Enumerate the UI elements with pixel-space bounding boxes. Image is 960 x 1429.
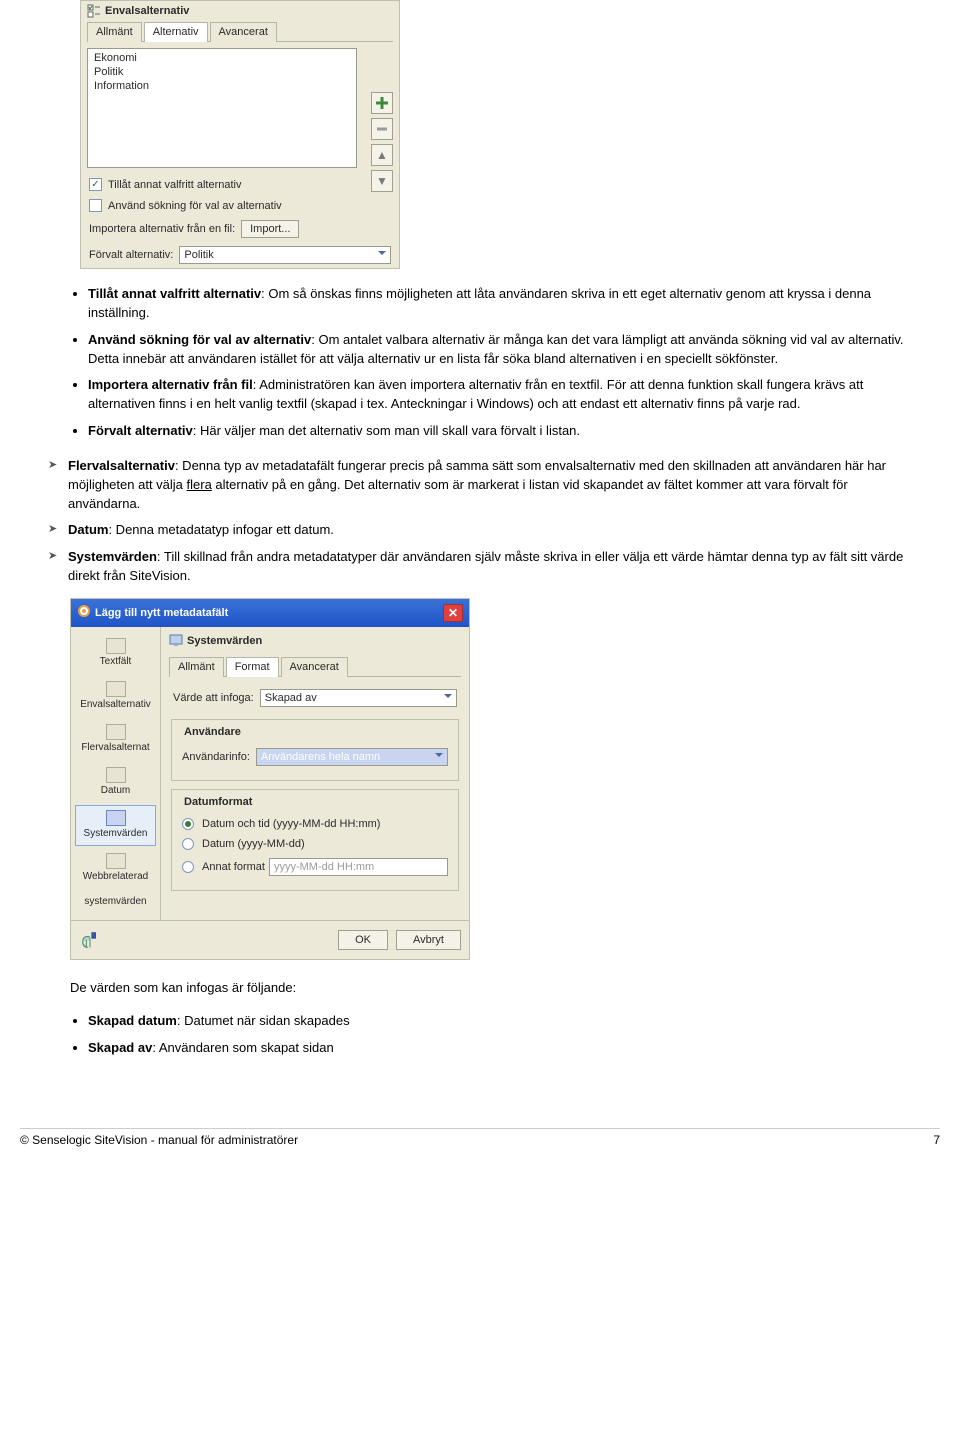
type-sidebar: Textfält Envalsalternativ Flervalsaltern…	[71, 627, 161, 920]
dialog-titlebar: Envalsalternativ	[81, 1, 399, 21]
move-up-button[interactable]: ▲	[371, 144, 393, 166]
sidebar-item-systemvarden[interactable]: Systemvärden	[75, 805, 156, 846]
sidebar-item-datum[interactable]: Datum	[75, 762, 156, 803]
tab-format[interactable]: Format	[226, 657, 279, 677]
group-dateformat: Datumformat Datum och tid (yyyy-MM-dd HH…	[171, 789, 459, 891]
add-button[interactable]	[371, 92, 393, 114]
sidebar-item-textfalt[interactable]: Textfält	[75, 633, 156, 674]
tab-alternativ[interactable]: Alternativ	[144, 22, 208, 42]
dialog-add-metadata: Lägg till nytt metadatafält ✕ Textfält E…	[70, 598, 470, 960]
bullet-list: Tillåt annat valfritt alternativ: Om så …	[40, 281, 920, 445]
default-select[interactable]: Politik	[179, 246, 391, 264]
userinfo-select[interactable]: Användarens hela namn	[256, 748, 448, 766]
window-titlebar: Lägg till nytt metadatafält ✕	[71, 599, 469, 627]
dialog-envalsalternativ: Envalsalternativ Allmänt Alternativ Avan…	[80, 0, 400, 269]
close-button[interactable]: ✕	[443, 604, 463, 622]
list-button-column: ▲ ▼	[371, 92, 393, 192]
bullet-item: Skapad av: Användaren som skapat sidan	[88, 1035, 920, 1062]
arrow-list: Flervalsalternativ: Denna typ av metadat…	[40, 453, 920, 590]
value-bullet-list: Skapad datum: Datumet när sidan skapades…	[40, 1008, 920, 1062]
tab-allmant[interactable]: Allmänt	[169, 657, 224, 677]
radio-custom[interactable]	[182, 861, 194, 873]
cancel-button[interactable]: Avbryt	[396, 930, 461, 950]
bullet-item: Importera alternativ från fil: Administr…	[88, 372, 920, 418]
group-user: Användare Användarinfo: Användarens hela…	[171, 719, 459, 781]
bullet-item: Tillåt annat valfritt alternativ: Om så …	[88, 281, 920, 327]
import-button[interactable]: Import...	[241, 220, 299, 238]
default-label: Förvalt alternativ:	[89, 249, 173, 261]
sidebar-item-systemvarden2[interactable]: systemvärden	[75, 891, 156, 914]
arrow-item: Systemvärden: Till skillnad från andra m…	[68, 544, 920, 590]
checkbox-group-icon	[87, 4, 101, 18]
bullet-item: Använd sökning för val av alternativ: Om…	[88, 327, 920, 373]
list-item[interactable]: Politik	[92, 65, 352, 79]
arrow-item: Flervalsalternativ: Denna typ av metadat…	[68, 453, 920, 518]
date-icon	[106, 767, 126, 783]
page-footer: © Senselogic SiteVision - manual för adm…	[20, 1128, 940, 1147]
alternativ-listbox[interactable]: Ekonomi Politik Information	[87, 48, 357, 168]
textfield-icon	[106, 638, 126, 654]
radio-datetime[interactable]	[182, 818, 194, 830]
move-down-button[interactable]: ▼	[371, 170, 393, 192]
list-item[interactable]: Information	[92, 79, 352, 93]
help-icon[interactable]	[79, 929, 101, 951]
bullet-item: Skapad datum: Datumet när sidan skapades	[88, 1008, 920, 1035]
window-title: Lägg till nytt metadatafält	[95, 607, 228, 619]
tab-avancerat[interactable]: Avancerat	[281, 657, 348, 677]
panel-title: Systemvärden	[169, 633, 461, 650]
sidebar-item-envalsalternativ[interactable]: Envalsalternativ	[75, 676, 156, 717]
page-number: 7	[933, 1133, 940, 1147]
allow-free-checkbox[interactable]	[89, 178, 102, 191]
sidebar-item-flervalsalternat[interactable]: Flervalsalternat	[75, 719, 156, 760]
import-label: Importera alternativ från en fil:	[89, 223, 235, 235]
single-choice-icon	[106, 681, 126, 697]
system-values-icon	[169, 633, 183, 650]
multi-choice-icon	[106, 724, 126, 740]
insert-value-label: Värde att infoga:	[173, 692, 254, 704]
list-item[interactable]: Ekonomi	[92, 51, 352, 65]
arrow-item: Datum: Denna metadatatyp infogar ett dat…	[68, 517, 920, 544]
insert-value-select[interactable]: Skapad av	[260, 689, 457, 707]
tab-allmant[interactable]: Allmänt	[87, 22, 142, 42]
bullet-item: Förvalt alternativ: Här väljer man det a…	[88, 418, 920, 445]
system-values-icon	[106, 810, 126, 826]
allow-free-label: Tillåt annat valfritt alternativ	[108, 179, 241, 191]
dialog-title: Envalsalternativ	[105, 5, 189, 17]
footer-left: © Senselogic SiteVision - manual för adm…	[20, 1133, 298, 1147]
tab-avancerat[interactable]: Avancerat	[210, 22, 277, 42]
use-search-label: Använd sökning för val av alternativ	[108, 200, 282, 212]
remove-button[interactable]	[371, 118, 393, 140]
gear-icon	[77, 604, 91, 621]
ok-button[interactable]: OK	[338, 930, 388, 950]
use-search-checkbox[interactable]	[89, 199, 102, 212]
web-icon	[106, 853, 126, 869]
radio-date[interactable]	[182, 838, 194, 850]
userinfo-label: Användarinfo:	[182, 751, 250, 763]
after-text: De värden som kan infogas är följande:	[70, 980, 920, 995]
custom-format-input[interactable]: yyyy-MM-dd HH:mm	[269, 858, 448, 876]
tab-row: Allmänt Alternativ Avancerat	[87, 21, 393, 42]
sidebar-item-webbrelaterad[interactable]: Webbrelaterad	[75, 848, 156, 889]
